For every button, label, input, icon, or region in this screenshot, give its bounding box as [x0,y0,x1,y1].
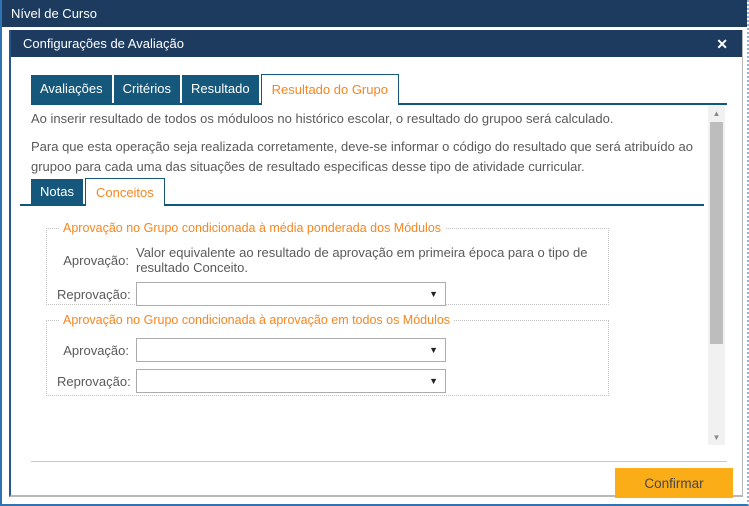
vertical-scrollbar[interactable]: ▲ ▼ [708,105,725,445]
main-tab-bar: Avaliações Critérios Resultado Resultado… [31,74,727,105]
scroll-up-icon[interactable]: ▲ [708,105,725,121]
reprovacao-todos-select[interactable] [136,369,446,393]
close-icon[interactable]: ✕ [716,37,728,51]
group-media-ponderada-fieldset: Aprovação no Grupo condicionada à média … [46,221,609,306]
dialog-body: Avaliações Critérios Resultado Resultado… [11,57,742,498]
tab-avaliacoes[interactable]: Avaliações [31,75,112,103]
aprovacao-label: Aprovação: [63,252,129,268]
reprovacao-row: Reprovação: ▼ [57,369,598,393]
aprovacao-row: Aprovação: ▼ [57,338,598,362]
reprovacao-label: Reprovação: [57,373,131,389]
group-todos-modulos-fieldset: Aprovação no Grupo condicionada à aprova… [46,313,609,396]
window-titlebar: Nível de Curso [2,0,747,27]
group-media-ponderada-legend: Aprovação no Grupo condicionada à média … [63,221,442,235]
nivel-de-curso-window: Nível de Curso Configurações de Avaliaçã… [0,0,749,506]
window-title: Nível de Curso [11,6,97,21]
reprovacao-label: Reprovação: [57,286,131,302]
sub-tab-bar: Notas Conceitos [20,178,704,206]
footer-divider [31,461,727,462]
aprovacao-static-row: Aprovação: Valor equivalente ao resultad… [57,245,598,275]
tab-resultado[interactable]: Resultado [182,75,259,103]
reprovacao-media-select[interactable] [136,282,446,306]
aprovacao-value-text: Valor equivalente ao resultado de aprova… [136,245,588,275]
group-todos-modulos-legend: Aprovação no Grupo condicionada à aprova… [63,313,451,327]
intro-paragraph-1: Ao inserir resultado de todos os móduloo… [31,111,614,126]
confirmar-button[interactable]: Confirmar [615,468,733,498]
aprovacao-label: Aprovação: [63,342,129,358]
dialog-title: Configurações de Avaliação [23,36,184,51]
configuracoes-avaliacao-dialog: Configurações de Avaliação ✕ Avaliações … [9,30,743,498]
reprovacao-row: Reprovação: ▼ [57,282,598,306]
tab-criterios[interactable]: Critérios [113,75,181,103]
aprovacao-todos-select[interactable] [136,338,446,362]
dialog-header: Configurações de Avaliação ✕ [11,30,742,57]
subtab-notas[interactable]: Notas [31,179,83,204]
scroll-down-icon[interactable]: ▼ [708,429,725,445]
scrollbar-thumb[interactable] [710,122,723,344]
intro-paragraph-2: Para que esta operação seja realizada co… [31,139,693,174]
tab-resultado-do-grupo[interactable]: Resultado do Grupo [260,74,399,105]
subtab-conceitos[interactable]: Conceitos [84,178,165,206]
